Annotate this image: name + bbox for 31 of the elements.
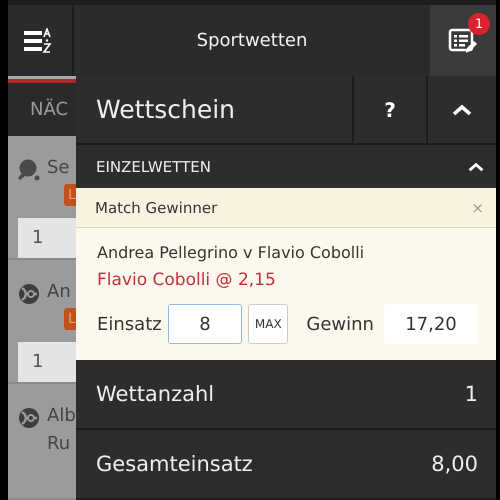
- event-name: An: [47, 280, 71, 304]
- tennis-ball-icon: [17, 406, 41, 430]
- event-name: Se: [47, 156, 70, 180]
- stake-label: Einsatz: [97, 314, 162, 334]
- live-badge: L: [64, 308, 76, 330]
- event-name: Ru: [47, 432, 72, 456]
- selection-odds: Flavio Cobolli @ 2,15: [97, 269, 277, 292]
- win-label: Gewinn: [306, 314, 374, 334]
- collapse-icon[interactable]: [468, 162, 484, 172]
- summary-value: 8,00: [431, 452, 478, 476]
- notification-badge: 1: [468, 13, 490, 35]
- live-badge: L: [64, 184, 76, 206]
- bet-slip-title: Wettschein: [96, 95, 236, 124]
- summary-label: Gesamteinsatz: [96, 452, 253, 476]
- summary-value: 1: [464, 382, 478, 406]
- odds-button[interactable]: 1: [18, 218, 76, 258]
- market-name: Match Gewinner: [95, 198, 218, 216]
- odds-button[interactable]: 1: [18, 342, 76, 382]
- collapse-icon[interactable]: [452, 104, 472, 116]
- event-name: Alb: [47, 404, 76, 428]
- stake-input[interactable]: 8: [168, 304, 242, 344]
- tennis-ball-icon: [17, 282, 41, 306]
- match-name: Andrea Pellegrino v Flavio Cobolli: [97, 242, 366, 264]
- win-field: 17,20: [384, 304, 478, 344]
- bet-slip-icon[interactable]: [448, 26, 478, 54]
- page-title: Sportwetten: [196, 30, 308, 51]
- section-title: EINZELWETTEN: [96, 158, 211, 176]
- help-button[interactable]: ?: [384, 98, 396, 122]
- max-button[interactable]: MAX: [248, 304, 288, 344]
- table-tennis-icon: [17, 158, 41, 182]
- summary-label: Wettanzahl: [96, 382, 214, 406]
